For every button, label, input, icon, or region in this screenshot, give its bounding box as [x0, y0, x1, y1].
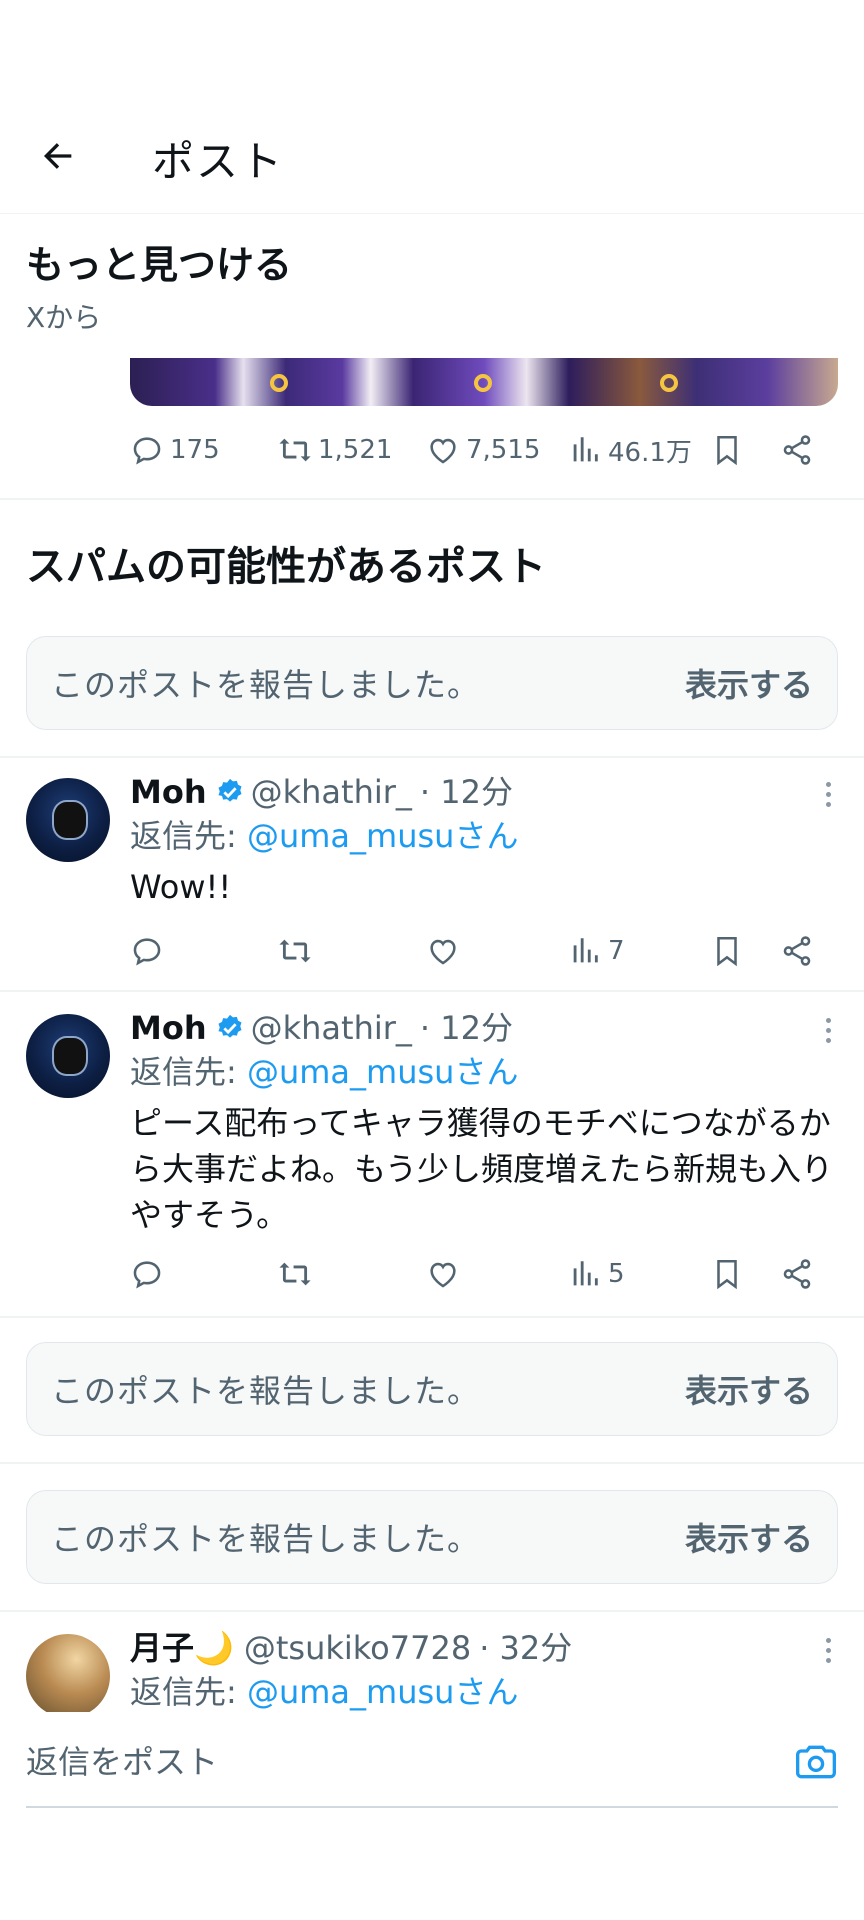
bookmark-icon	[717, 435, 737, 466]
reply-to-label: 返信先:	[130, 817, 247, 855]
repost-button[interactable]	[278, 929, 312, 973]
discover-title: もっと見つける	[26, 243, 293, 287]
reply-button[interactable]: 175	[130, 428, 220, 472]
discover-subtitle: Xから	[26, 301, 102, 334]
top-bar: ポスト	[0, 0, 864, 214]
reply-post-clip: 月子🌙 @tsukiko7728 · 32分 返信先: @uma_musuさん	[0, 1612, 864, 1712]
page-title: ポスト	[152, 137, 285, 186]
like-button[interactable]	[426, 1252, 460, 1296]
divider	[0, 756, 864, 758]
author-handle[interactable]: @khathir_	[251, 770, 412, 814]
like-icon	[430, 939, 456, 965]
share-icon	[783, 1259, 811, 1289]
repost-icon	[279, 1262, 311, 1286]
like-icon	[430, 1262, 456, 1288]
repost-button[interactable]: 1,521	[278, 428, 392, 472]
reply-input[interactable]	[26, 1743, 726, 1781]
reply-icon	[133, 1261, 161, 1289]
reported-post-notice: このポストを報告しました。 表示する	[26, 1342, 838, 1436]
share-button[interactable]	[780, 929, 814, 973]
reported-text: このポストを報告しました。	[51, 1520, 481, 1558]
repost-icon	[279, 939, 311, 963]
post-text: ピース配布ってキャラ獲得のモチベにつながるから大事だよね。もう少し頻度増えたら新…	[130, 1104, 834, 1234]
bookmark-button[interactable]	[710, 1252, 744, 1296]
bookmark-button[interactable]	[710, 929, 744, 973]
avatar[interactable]	[26, 778, 110, 862]
reply-post[interactable]: 月子🌙 @tsukiko7728 · 32分 返信先: @uma_musuさん	[130, 1626, 840, 1712]
avatar[interactable]	[26, 1634, 110, 1712]
share-icon	[783, 936, 811, 966]
view-count: 5	[608, 1259, 625, 1289]
post-time: · 12分	[419, 1009, 513, 1047]
reply-post[interactable]: Moh @khathir_ · 12分 返信先: @uma_musuさん Wow…	[130, 770, 840, 910]
bookmark-button[interactable]	[710, 428, 744, 472]
like-button[interactable]: 7,515	[426, 428, 540, 472]
reply-button[interactable]	[130, 1252, 164, 1296]
verified-badge-icon	[218, 1014, 242, 1038]
avatar[interactable]	[26, 1014, 110, 1098]
divider	[0, 1316, 864, 1318]
reply-mention-link[interactable]: @uma_musuさん	[247, 1673, 518, 1711]
author-handle[interactable]: @khathir_	[251, 1006, 412, 1050]
reply-mention-link[interactable]: @uma_musuさん	[247, 817, 518, 855]
author-name[interactable]: 月子🌙	[130, 1626, 234, 1670]
share-button[interactable]	[780, 1252, 814, 1296]
reported-text: このポストを報告しました。	[51, 666, 481, 704]
show-post-button[interactable]: 表示する	[685, 1514, 813, 1560]
camera-icon[interactable]	[794, 1740, 838, 1784]
back-arrow-icon[interactable]	[34, 132, 82, 180]
post-time: · 32分	[479, 1629, 573, 1667]
author-handle[interactable]: @tsukiko7728	[244, 1626, 471, 1670]
reply-button[interactable]	[130, 929, 164, 973]
reported-post-notice: このポストを報告しました。 表示する	[26, 636, 838, 730]
share-button[interactable]	[780, 428, 814, 472]
post-text: Wow!!	[130, 868, 232, 906]
reply-composer	[26, 1718, 838, 1808]
divider	[0, 990, 864, 992]
featured-action-bar: 175 1,521 7,515 46.1万	[130, 428, 840, 472]
views-button[interactable]: 46.1万	[568, 428, 692, 472]
share-icon	[783, 435, 811, 465]
reply-to-line: 返信先: @uma_musuさん	[130, 1670, 840, 1712]
show-post-button[interactable]: 表示する	[685, 1366, 813, 1412]
like-icon	[430, 438, 456, 464]
bookmark-icon	[717, 936, 737, 967]
repost-count: 1,521	[318, 435, 393, 465]
reply-count: 175	[170, 435, 220, 465]
view-count: 7	[608, 936, 625, 966]
views-button[interactable]: 7	[568, 929, 625, 973]
views-icon	[573, 1261, 598, 1286]
post-action-bar: 7	[130, 929, 840, 973]
reply-to-line: 返信先: @uma_musuさん	[130, 1050, 840, 1094]
reply-to-label: 返信先:	[130, 1053, 247, 1091]
view-count: 46.1万	[608, 437, 692, 468]
views-icon	[573, 437, 598, 462]
bookmark-icon	[717, 1259, 737, 1290]
repost-icon	[279, 438, 311, 462]
post-action-bar: 5	[130, 1252, 840, 1296]
like-button[interactable]	[426, 929, 460, 973]
post-media-image[interactable]	[130, 358, 838, 406]
verified-badge-icon	[218, 778, 242, 802]
divider	[0, 498, 864, 500]
reply-post[interactable]: Moh @khathir_ · 12分 返信先: @uma_musuさん ピース…	[130, 1006, 840, 1238]
reply-icon	[133, 938, 161, 966]
views-icon	[573, 938, 598, 963]
reply-to-line: 返信先: @uma_musuさん	[130, 814, 840, 858]
like-count: 7,515	[466, 435, 541, 465]
reported-text: このポストを報告しました。	[51, 1372, 481, 1410]
reply-to-label: 返信先:	[130, 1673, 247, 1711]
show-post-button[interactable]: 表示する	[685, 660, 813, 706]
divider	[0, 1462, 864, 1464]
repost-button[interactable]	[278, 1252, 312, 1296]
author-name[interactable]: Moh	[130, 770, 207, 814]
post-time: · 12分	[419, 773, 513, 811]
author-name[interactable]: Moh	[130, 1006, 207, 1050]
reply-mention-link[interactable]: @uma_musuさん	[247, 1053, 518, 1091]
views-button[interactable]: 5	[568, 1252, 625, 1296]
reply-icon	[133, 437, 161, 465]
reported-post-notice: このポストを報告しました。 表示する	[26, 1490, 838, 1584]
spam-section-title: スパムの可能性があるポスト	[26, 544, 546, 590]
